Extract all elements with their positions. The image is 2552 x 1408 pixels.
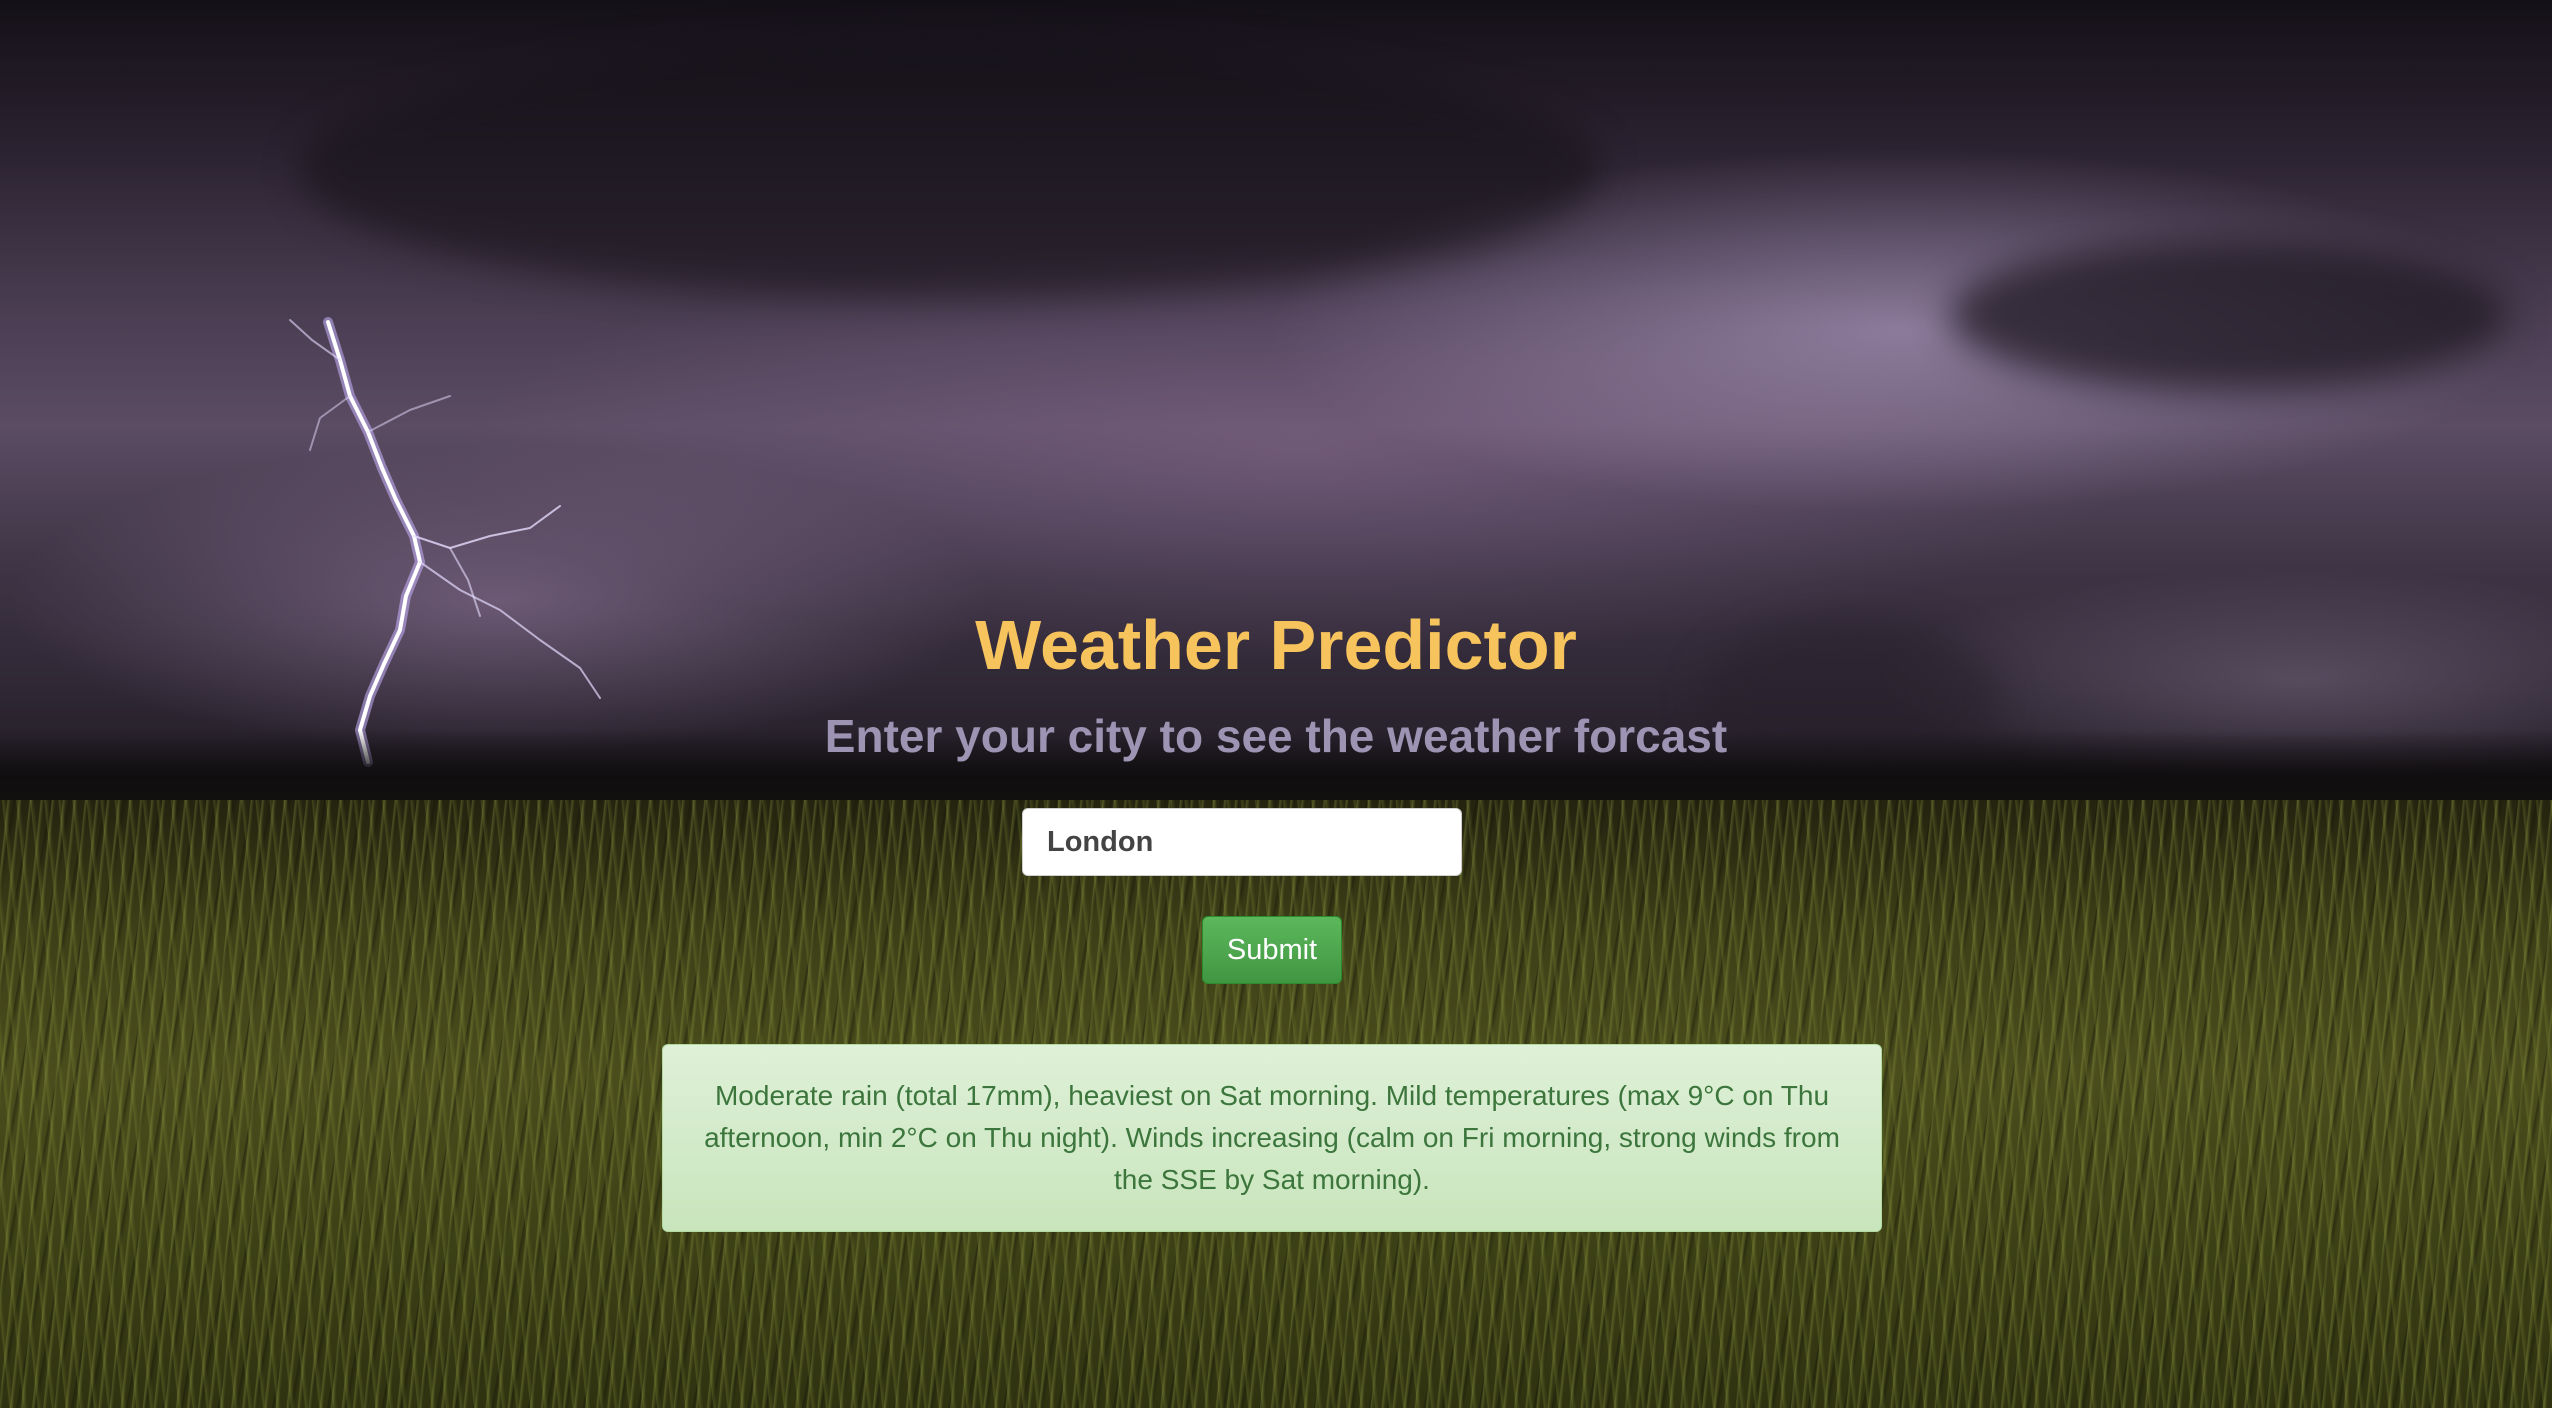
page-title: Weather Predictor [975,606,1577,684]
forecast-text: Moderate rain (total 17mm), heaviest on … [704,1080,1840,1195]
city-input[interactable] [1022,808,1462,876]
forecast-result-box: Moderate rain (total 17mm), heaviest on … [662,1044,1882,1232]
page-subtitle: Enter your city to see the weather forca… [824,710,1728,762]
submit-button[interactable]: Submit [1202,916,1342,984]
main-content: Weather Predictor Enter your city to see… [0,0,2552,1408]
